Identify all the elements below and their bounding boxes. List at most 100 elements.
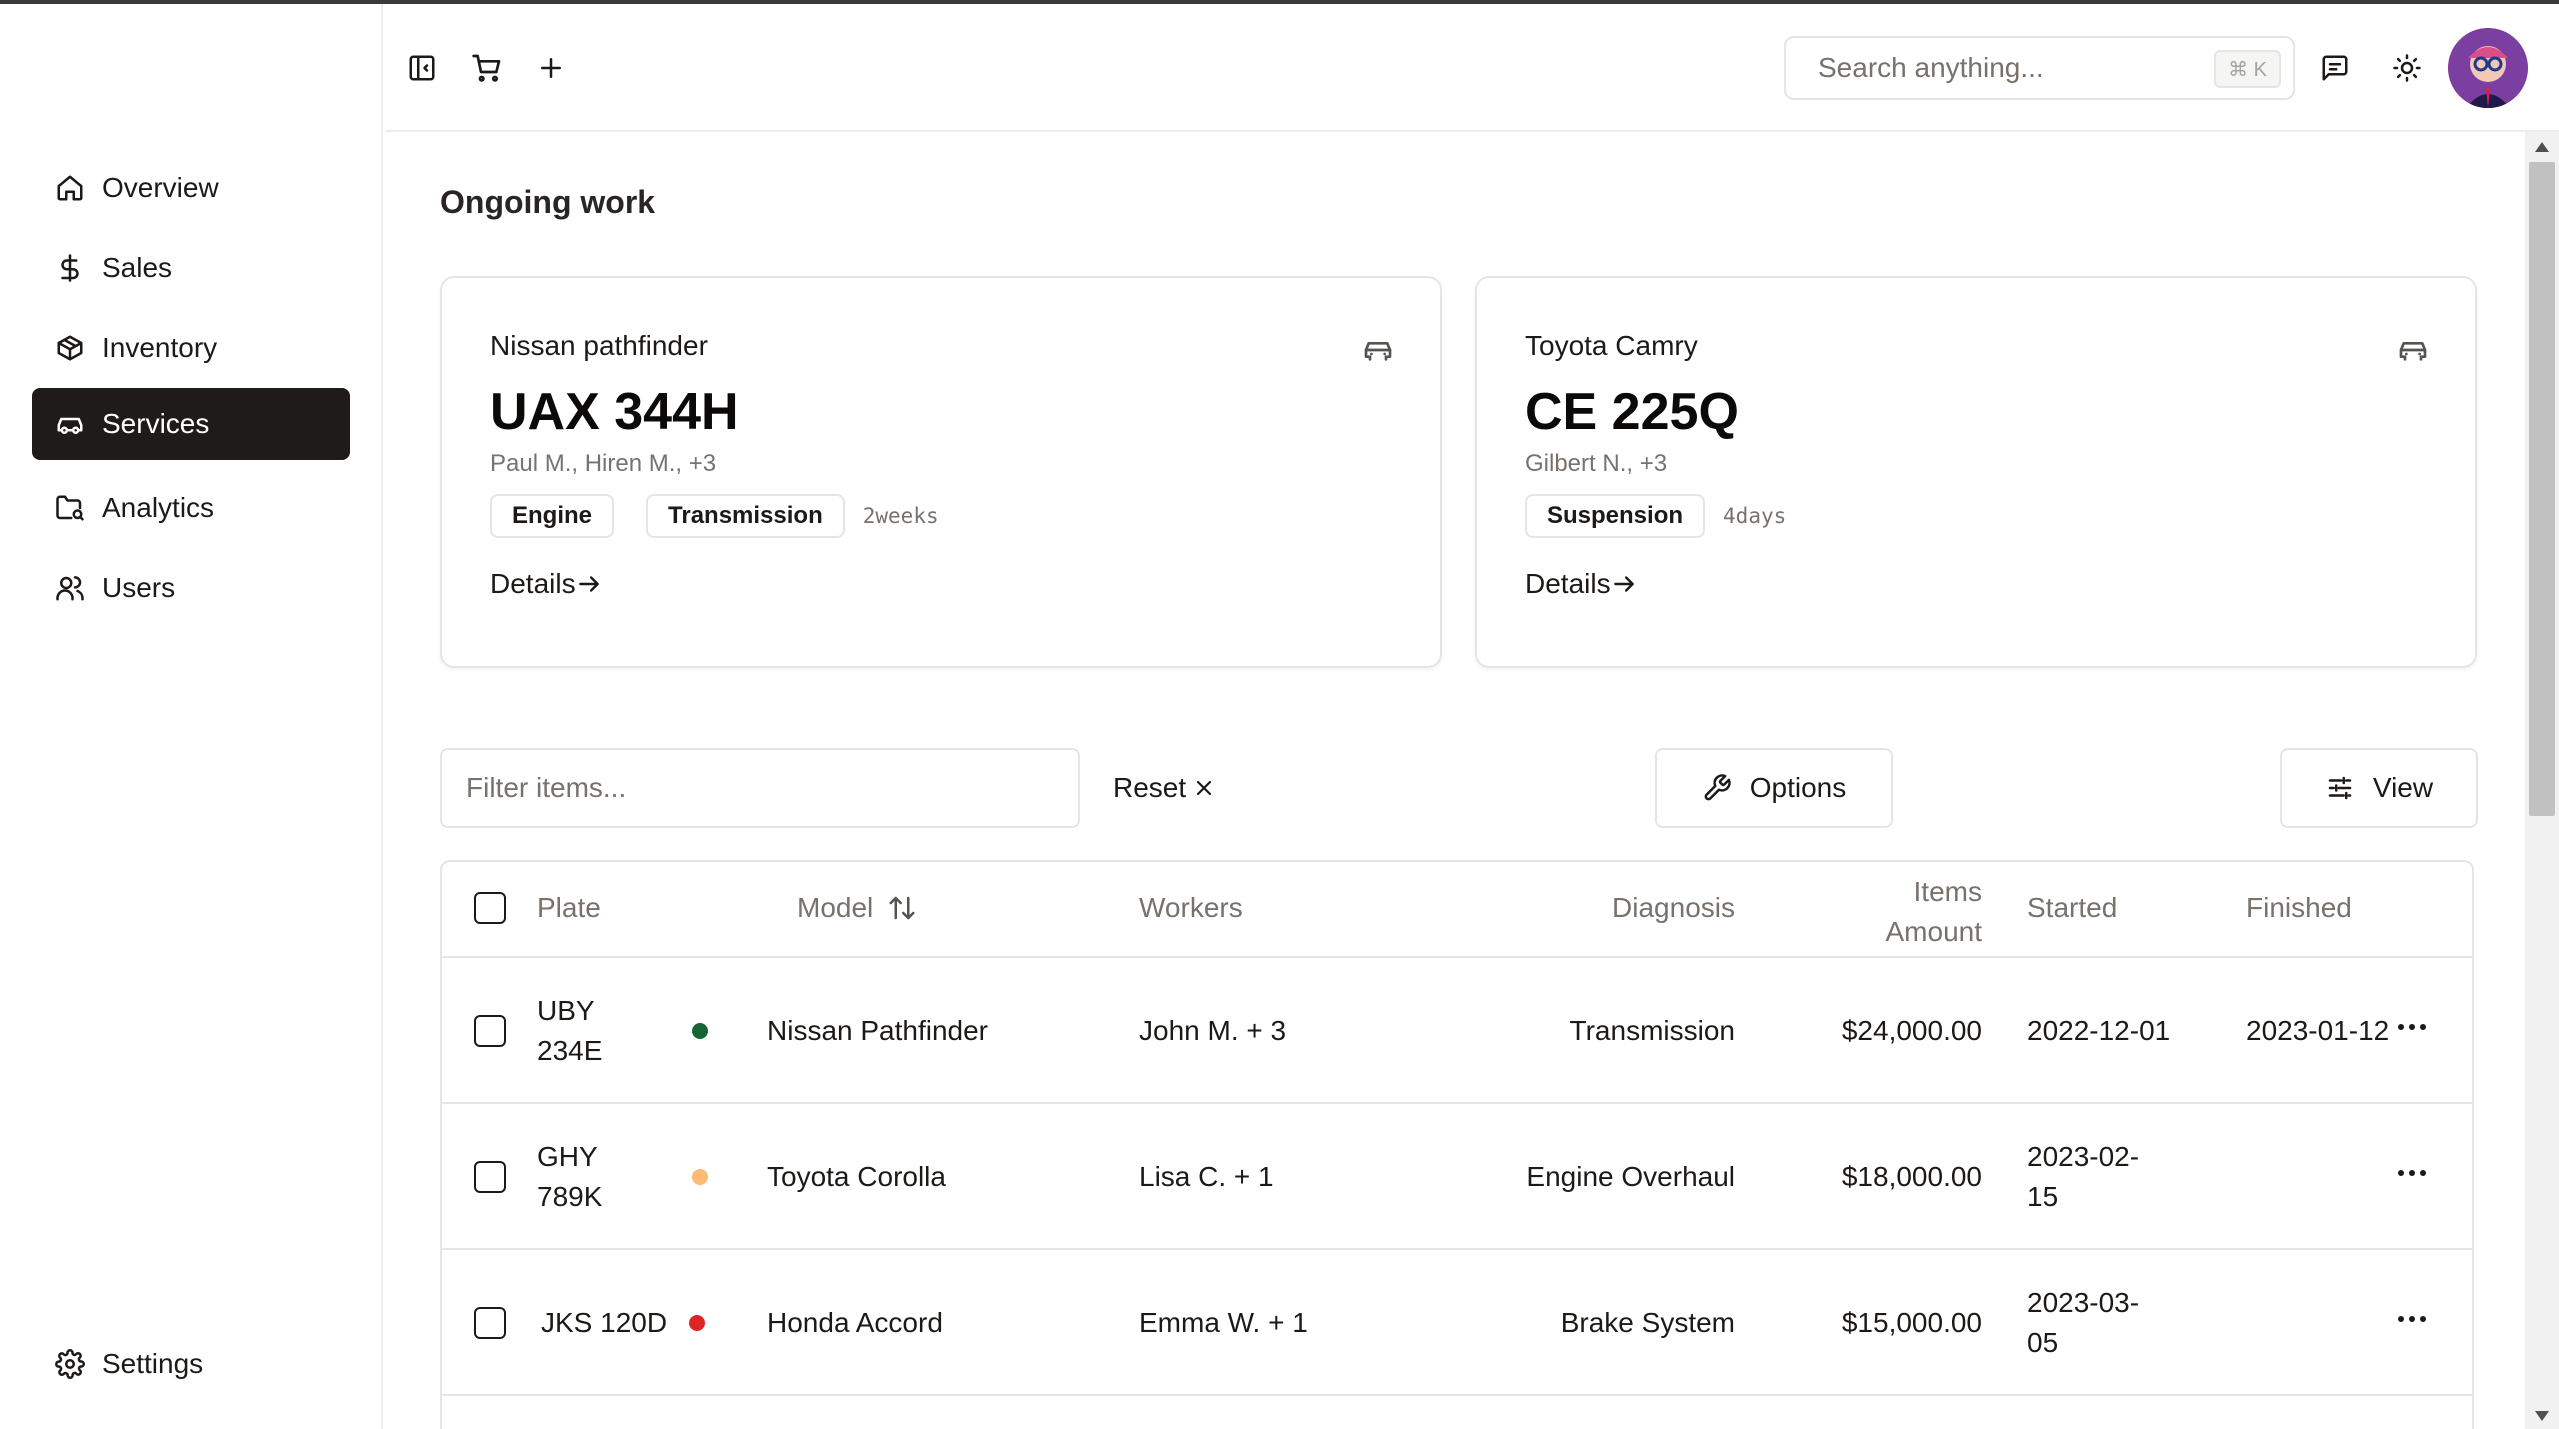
sort-icon [887, 893, 917, 923]
select-all-checkbox[interactable] [474, 892, 506, 924]
view-label: View [2372, 772, 2434, 803]
column-model[interactable]: Model [797, 892, 917, 924]
details-label: Details [490, 568, 576, 599]
row-checkbox[interactable] [474, 1015, 506, 1047]
sidebar-item-sales[interactable]: Sales [32, 232, 350, 304]
details-link[interactable]: Details [490, 568, 602, 600]
plate-line2: 234E [537, 1035, 603, 1066]
car-icon [2397, 334, 2429, 366]
shortcut-hint: ⌘ K [2214, 50, 2281, 88]
diagnosis-cell: Transmission [1569, 1015, 1735, 1046]
vertical-scrollbar[interactable] [2525, 132, 2559, 1429]
sidebar-item-analytics[interactable]: Analytics [32, 472, 350, 544]
row-checkbox[interactable] [474, 1161, 506, 1193]
started-cell: 2023-02- 15 [2027, 1137, 2139, 1217]
page-title: Ongoing work [440, 184, 656, 220]
tag-chip: Transmission [646, 494, 845, 538]
sidebar-item-label: Analytics [102, 492, 215, 523]
sidebar-item-label: Overview [102, 172, 219, 203]
scroll-up-arrow[interactable] [2535, 142, 2549, 152]
home-icon [54, 172, 86, 204]
reset-button[interactable]: Reset [1113, 764, 1216, 812]
row-actions-icon[interactable] [2396, 1303, 2428, 1335]
plate-line2: 789K [537, 1181, 603, 1212]
sidebar-item-label: Sales [102, 252, 173, 283]
reset-label: Reset [1113, 772, 1187, 803]
sidebar-item-label: Settings [102, 1348, 204, 1379]
column-finished[interactable]: Finished [2246, 892, 2352, 924]
details-label: Details [1525, 568, 1611, 599]
scroll-thumb[interactable] [2529, 162, 2555, 816]
plate-line1: GHY [537, 1141, 598, 1172]
scroll-down-arrow[interactable] [2535, 1411, 2549, 1421]
view-button[interactable]: View [2280, 748, 2478, 828]
plate-cell: JKS 120D [541, 1303, 667, 1343]
card-model: Toyota Camry [1525, 330, 1698, 361]
sidebar-toggle-icon[interactable] [402, 48, 442, 88]
sidebar-item-settings[interactable]: Settings [32, 1328, 350, 1400]
workers-cell: Emma W. + 1 [1139, 1307, 1308, 1338]
sidebar-item-label: Inventory [102, 332, 218, 363]
column-workers[interactable]: Workers [1139, 892, 1243, 924]
column-items-amount-line2: Amount [1885, 916, 1983, 947]
main-content: Ongoing work Nissan pathfinder UAX 344H … [385, 132, 2525, 1429]
cart-icon[interactable] [467, 48, 507, 88]
arrow-right-icon [1611, 571, 1637, 597]
users-icon [54, 572, 86, 604]
card-plate: UAX 344H [490, 383, 739, 441]
options-label: Options [1749, 772, 1847, 803]
row-actions-icon[interactable] [2396, 1011, 2428, 1043]
table-row[interactable]: UBY 234E Nissan Pathfinder John M. + 3 T… [442, 958, 2472, 1104]
avatar-image [2448, 28, 2528, 108]
options-button[interactable]: Options [1655, 748, 1893, 828]
card-plate: CE 225Q [1525, 383, 1739, 441]
car-icon [54, 408, 86, 440]
table-row[interactable]: GHY 789K Toyota Corolla Lisa C. + 1 Engi… [442, 1104, 2472, 1250]
dollar-icon [54, 252, 86, 284]
column-diagnosis[interactable]: Diagnosis [1495, 892, 1735, 924]
sliders-icon [2325, 773, 2355, 803]
row-actions-icon[interactable] [2396, 1157, 2428, 1189]
table-row[interactable]: JKS 120D Honda Accord Emma W. + 1 Brake … [442, 1250, 2472, 1396]
search-placeholder: Search anything... [1818, 52, 2044, 83]
row-checkbox[interactable] [474, 1307, 506, 1339]
sun-icon[interactable] [2387, 48, 2427, 88]
filter-input[interactable] [440, 748, 1080, 828]
model-cell: Nissan Pathfinder [767, 1015, 989, 1046]
arrow-right-icon [576, 571, 602, 597]
amount-cell: $18,000.00 [1841, 1161, 1982, 1192]
gear-icon [54, 1348, 86, 1380]
started-line1: 2022-12-01 [2027, 1015, 2171, 1046]
column-items-amount[interactable]: Items Amount [1782, 872, 1983, 952]
model-cell: Honda Accord [767, 1307, 943, 1338]
service-card: Toyota Camry CE 225Q Gilbert N., +3 Susp… [1475, 276, 2477, 668]
sidebar-item-overview[interactable]: Overview [32, 152, 350, 224]
plate-line1: UBY [537, 995, 595, 1026]
column-started[interactable]: Started [2027, 892, 2117, 924]
column-plate[interactable]: Plate [537, 892, 601, 924]
started-line2: 15 [2027, 1181, 2059, 1212]
sidebar-item-inventory[interactable]: Inventory [32, 312, 350, 384]
plate-cell: UBY 234E [537, 991, 602, 1071]
sidebar-item-label: Services [102, 408, 210, 439]
avatar[interactable] [2448, 28, 2528, 108]
started-line2: 05 [2027, 1327, 2059, 1358]
sidebar: Overview Sales Inventory Services Analyt… [0, 4, 383, 1429]
sidebar-item-label: Users [102, 572, 176, 603]
search-input[interactable]: Search anything... ⌘ K [1784, 36, 2295, 100]
card-model: Nissan pathfinder [490, 330, 708, 361]
messages-icon[interactable] [2315, 48, 2355, 88]
table-header: Plate Model Workers Diagnosis Items Amou… [442, 862, 2472, 958]
sidebar-item-users[interactable]: Users [32, 552, 350, 624]
status-dot [692, 1169, 708, 1185]
sidebar-item-services[interactable]: Services [32, 388, 350, 460]
diagnosis-cell: Brake System [1560, 1307, 1735, 1338]
card-tags: Engine Transmission 2weeks [490, 494, 939, 538]
card-workers: Gilbert N., +3 [1525, 450, 1668, 477]
column-model-label: Model [797, 892, 874, 923]
details-link[interactable]: Details [1525, 568, 1637, 600]
model-cell: Toyota Corolla [767, 1161, 946, 1192]
plus-icon[interactable] [531, 48, 571, 88]
started-cell: 2022-12-01 [2027, 1011, 2170, 1051]
started-line1: 2023-03- [2027, 1287, 2140, 1318]
